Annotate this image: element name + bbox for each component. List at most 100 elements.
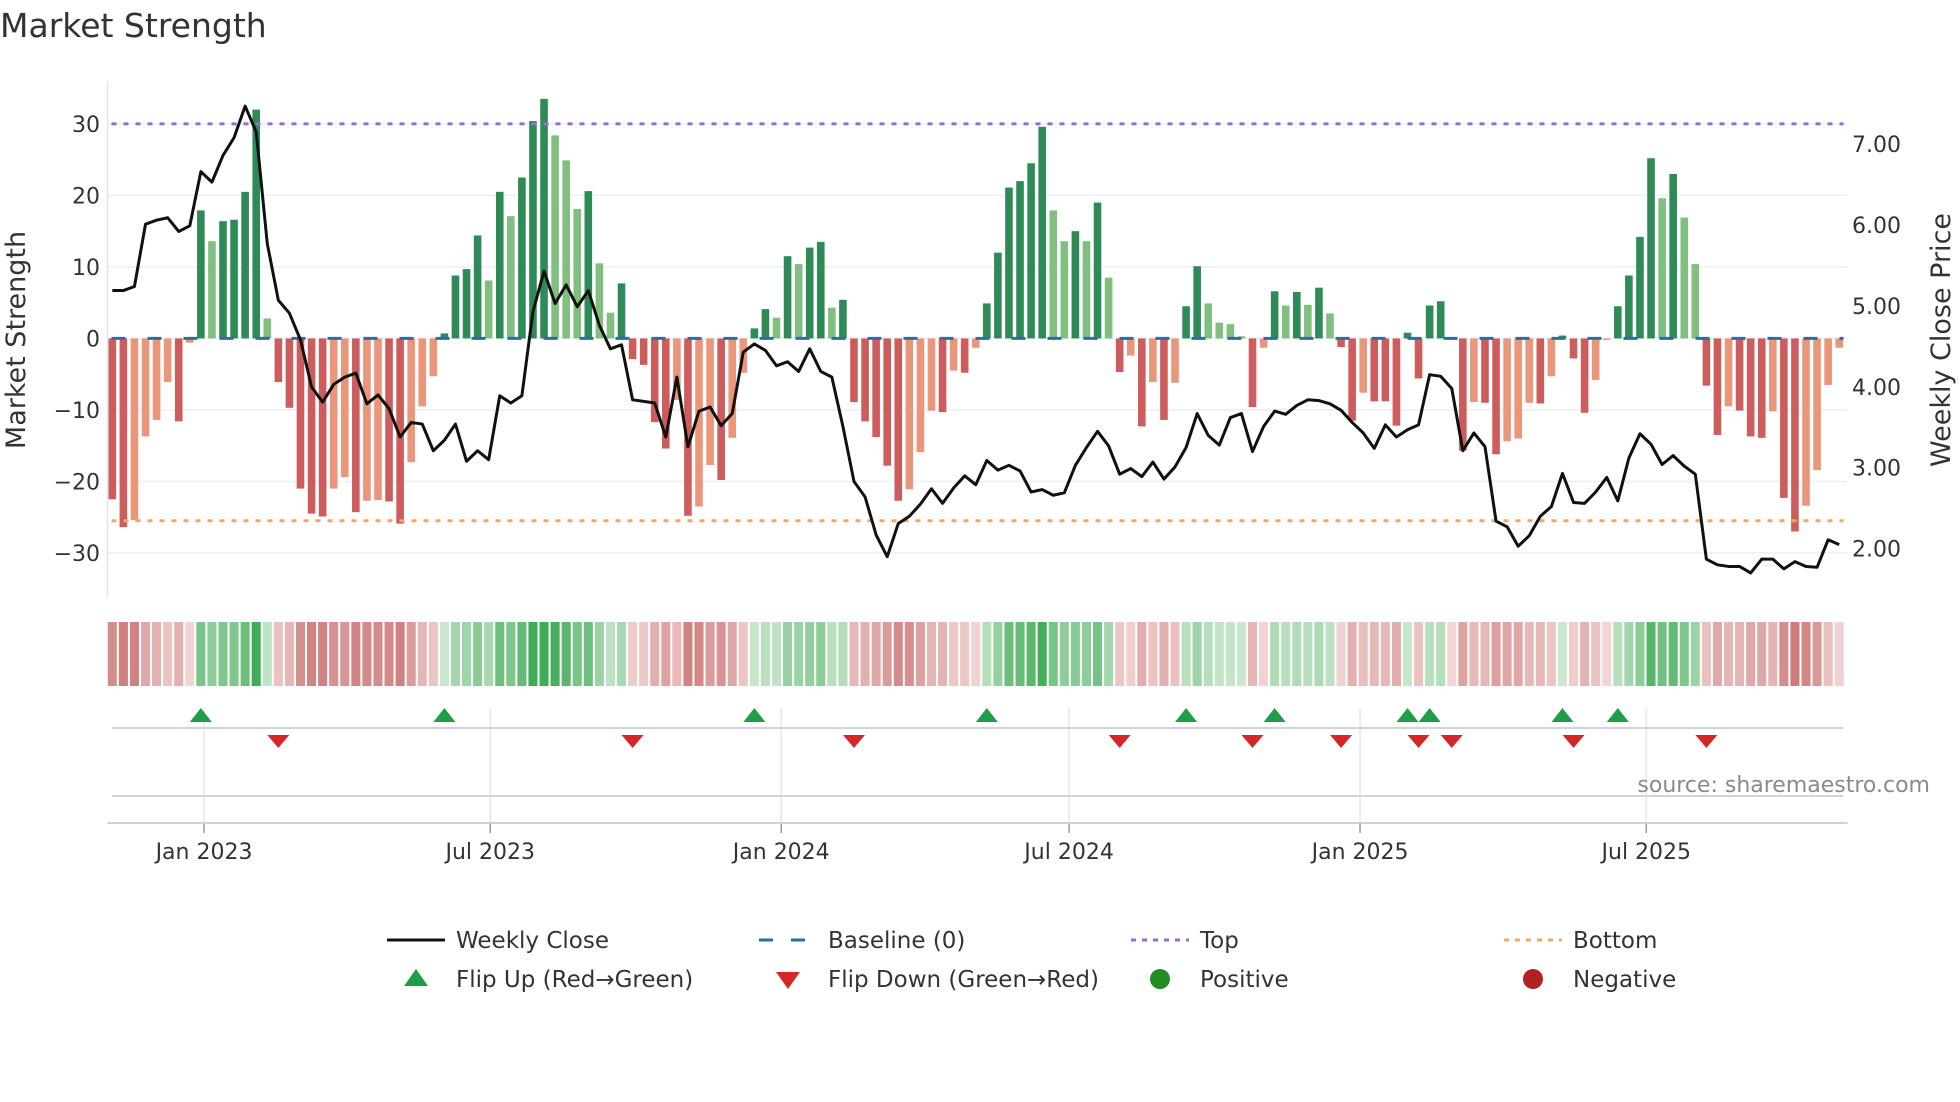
strength-strip-cell	[1580, 622, 1590, 686]
strength-strip-cell	[295, 622, 306, 686]
strength-bar	[983, 303, 991, 339]
strength-bar	[1680, 217, 1689, 339]
circle-icon	[1150, 969, 1170, 989]
strength-bar	[1769, 338, 1777, 412]
strength-strip-cell	[594, 622, 604, 686]
strength-strip-cell	[273, 622, 283, 686]
strength-strip-cell	[871, 622, 881, 686]
strength-strip-cell	[218, 622, 228, 686]
strength-strip-cell	[1823, 622, 1833, 686]
strength-bar	[916, 338, 925, 453]
strength-bar	[861, 338, 869, 422]
strength-bar	[1636, 236, 1644, 339]
flip-up-icon	[1418, 708, 1441, 722]
flip-down-icon	[1562, 735, 1585, 748]
strength-strip-cell	[140, 622, 151, 686]
strength-strip-cell	[915, 622, 925, 686]
strength-bar	[1436, 301, 1445, 339]
y2-tick-label: 3.00	[1852, 457, 1901, 482]
strength-bar	[1370, 338, 1379, 402]
legend-item: Bottom	[1504, 928, 1657, 954]
strength-strip-cell	[1679, 622, 1689, 686]
strength-strip-cell	[738, 622, 748, 686]
strength-strip-cell	[152, 622, 162, 686]
strength-bar	[1669, 173, 1677, 339]
strength-strip-cell	[572, 622, 582, 686]
strength-strip-cell	[373, 622, 383, 686]
strength-strip-cell	[672, 622, 682, 686]
strength-bar	[1381, 338, 1390, 402]
strength-bar	[839, 299, 847, 339]
strength-bar	[1625, 275, 1633, 339]
strength-bar	[307, 338, 316, 514]
flip-up-icon	[975, 708, 998, 722]
strength-strip-cell	[174, 622, 184, 686]
strength-bar	[949, 338, 958, 371]
strength-bar	[1614, 306, 1622, 339]
strength-bar	[1304, 304, 1312, 339]
strength-bar	[828, 307, 836, 339]
strength-bar	[163, 338, 172, 383]
strength-bar	[1425, 305, 1434, 339]
strength-strip-cell	[428, 622, 438, 686]
strength-strip-cell	[1369, 622, 1379, 686]
legend-item: Weekly Close	[387, 928, 609, 954]
strength-bar	[1470, 338, 1478, 403]
flip-down-icon	[1695, 735, 1718, 748]
strength-strip-cell	[1281, 622, 1291, 686]
strength-strip-cell	[1458, 622, 1468, 686]
strength-strip-cell	[450, 622, 461, 686]
strength-strip-cell	[1690, 622, 1700, 686]
strength-bar	[484, 280, 493, 339]
x-tick-label: Jan 2023	[154, 840, 253, 865]
legend-label: Baseline (0)	[828, 928, 965, 954]
strength-bar	[340, 338, 349, 478]
strength-strip-cell	[1480, 622, 1490, 686]
strength-strip-cell	[1170, 622, 1180, 686]
strength-bar	[1547, 338, 1556, 377]
strength-bar	[1138, 338, 1146, 427]
strength-strip-cell	[1325, 622, 1335, 686]
strength-strip-cell	[1203, 622, 1213, 686]
strength-bar	[1149, 338, 1157, 383]
strength-strip-cell	[539, 622, 549, 686]
strength-bar	[1591, 338, 1600, 380]
strength-bar	[750, 328, 759, 339]
strength-strip-cell	[1469, 622, 1479, 686]
strength-strip-cell	[1402, 622, 1413, 686]
strength-strip-cell	[1181, 622, 1191, 686]
strength-bar	[241, 191, 249, 339]
strength-strip-cell	[1657, 622, 1667, 686]
strength-bar	[1702, 338, 1711, 386]
strength-bar	[1215, 322, 1224, 339]
strength-strip-cell	[904, 622, 914, 686]
strength-strip-cell	[749, 622, 759, 686]
strength-strip-cell	[329, 622, 339, 686]
strength-bar	[1016, 181, 1024, 339]
strength-strip-cell	[949, 622, 959, 686]
strength-strip-cell	[1336, 622, 1346, 686]
strength-bar	[1813, 338, 1821, 471]
strength-bar	[1791, 338, 1799, 532]
strength-strip-cell	[484, 622, 494, 686]
legend-label: Flip Up (Red→Green)	[456, 967, 693, 993]
strength-strip-cell	[185, 622, 195, 686]
strength-bar	[1713, 338, 1722, 435]
flip-down-icon	[1407, 735, 1430, 748]
strength-bar	[872, 338, 880, 438]
strength-strip-cell	[1115, 622, 1125, 686]
strength-strip-cell	[284, 622, 294, 686]
strength-strip-cell	[628, 622, 638, 686]
strength-bar	[451, 275, 460, 339]
strength-strip-cell	[129, 622, 139, 686]
strength-strip-cell	[1270, 622, 1280, 686]
y-tick-label: 30	[72, 113, 100, 138]
strength-bar	[219, 221, 227, 339]
strength-bar	[1193, 266, 1201, 339]
strength-bar	[352, 338, 360, 513]
strength-strip-cell	[1037, 622, 1047, 686]
strength-strip-cell	[550, 622, 560, 686]
strength-strip-cell	[1735, 622, 1745, 686]
strength-bar	[208, 241, 216, 339]
legend-label: Weekly Close	[456, 928, 609, 954]
